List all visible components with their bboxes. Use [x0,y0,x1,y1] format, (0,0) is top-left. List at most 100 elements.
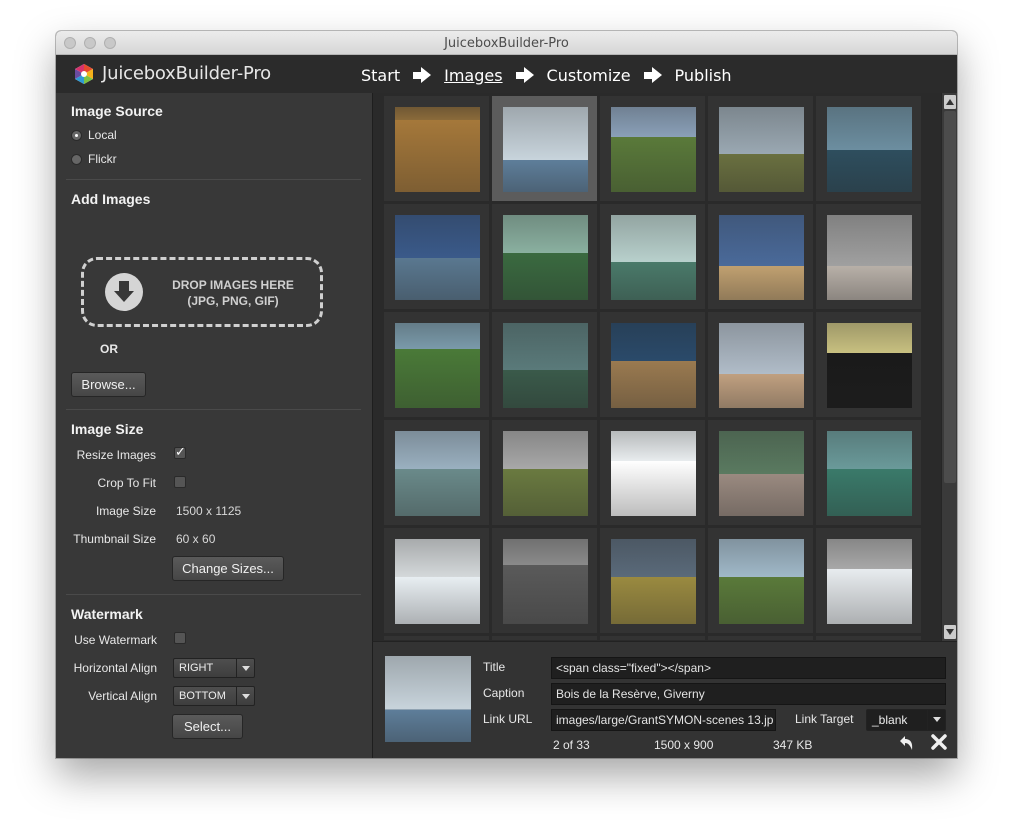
select-watermark-button[interactable]: Select... [172,714,243,739]
caption-input[interactable]: Bois de la Resèrve, Giverny [551,683,946,705]
resize-images-checkbox[interactable] [174,444,186,460]
or-label: OR [100,342,118,356]
image-size-label: Image Size [95,504,156,518]
thumbnail-cell[interactable] [383,311,490,418]
thumbnail-cell[interactable] [815,311,922,418]
step-publish[interactable]: Publish [675,66,732,85]
thumbnail-image [719,215,804,300]
thumbnail-image [827,323,912,408]
step-start[interactable]: Start [361,66,400,85]
drop-zone-text: DROP IMAGES HERE (JPG, PNG, GIF) [158,277,308,309]
thumbnail-cell[interactable] [815,419,922,526]
thumbnail-image [395,107,480,192]
thumbnail-image [719,539,804,624]
workflow-steps: Start Images Customize Publish [361,63,732,87]
browse-button[interactable]: Browse... [71,372,146,397]
thumbnail-cell[interactable] [707,419,814,526]
thumbnail-image [395,323,480,408]
thumbnail-cell[interactable] [491,311,598,418]
thumbnail-cell[interactable] [599,311,706,418]
horizontal-align-value: RIGHT [179,662,214,674]
thumbnail-image [503,539,588,624]
link-target-value: _blank [872,713,908,727]
thumbnail-cell[interactable] [383,419,490,526]
resize-images-label: Resize Images [76,448,156,462]
gallery-scrollbar[interactable] [941,93,957,641]
thumbnail-cell[interactable] [707,527,814,634]
drop-zone-line2: (JPG, PNG, GIF) [187,294,279,308]
horizontal-align-select[interactable]: RIGHT [173,658,255,678]
use-watermark-checkbox[interactable] [174,632,186,644]
thumbnail-cell[interactable] [815,203,922,310]
chevron-down-icon [236,687,254,705]
image-drop-zone[interactable]: DROP IMAGES HERE (JPG, PNG, GIF) [81,257,323,327]
settings-sidebar: Image Source Local Flickr Add Images DRO… [56,93,372,758]
crop-to-fit-checkbox[interactable] [174,476,186,488]
thumbnail-cell[interactable] [815,95,922,202]
image-gallery [372,93,957,641]
thumbnail-image [719,107,804,192]
link-url-input[interactable]: images/large/GrantSYMON-scenes 13.jp [551,709,776,731]
juicebox-logo-icon [75,64,93,84]
thumbnail-image [611,323,696,408]
image-size-title: Image Size [71,421,144,437]
thumbnail-cell[interactable] [707,95,814,202]
horizontal-align-label: Horizontal Align [73,661,157,675]
image-dimensions: 1500 x 900 [654,738,714,752]
link-target-label: Link Target [795,712,854,726]
thumbnail-size-value: 60 x 60 [176,532,216,546]
thumbnail-cell[interactable] [383,95,490,202]
source-flickr-label[interactable]: Flickr [88,152,117,166]
chevron-down-icon [236,659,254,677]
thumbnail-image [395,539,480,624]
thumbnail-cell[interactable] [383,203,490,310]
thumbnail-image [503,431,588,516]
thumbnail-cell[interactable] [815,527,922,634]
vertical-align-select[interactable]: BOTTOM [173,686,255,706]
thumbnail-cell[interactable] [599,203,706,310]
thumbnail-cell[interactable] [599,527,706,634]
link-url-label: Link URL [483,712,533,726]
thumbnail-image [503,323,588,408]
vertical-align-label: Vertical Align [88,689,157,703]
thumbnail-cell[interactable] [383,527,490,634]
step-images[interactable]: Images [444,66,502,85]
use-watermark-label: Use Watermark [74,633,157,647]
thumbnail-cell[interactable] [707,203,814,310]
add-images-title: Add Images [71,191,151,207]
link-target-select[interactable]: _blank [866,709,946,731]
thumbnail-image [611,107,696,192]
undo-icon[interactable] [897,734,915,752]
step-customize[interactable]: Customize [547,66,631,85]
change-sizes-button[interactable]: Change Sizes... [172,556,284,581]
app-header: JuiceboxBuilder-Pro Start Images Customi… [56,55,957,93]
download-arrow-icon [105,273,143,311]
thumbnail-image [395,431,480,516]
scrollbar-thumb[interactable] [944,111,956,483]
scroll-up-icon[interactable] [944,95,956,109]
title-input[interactable]: <span class="fixed"></span> [551,657,946,679]
thumbnail-cell[interactable] [599,419,706,526]
thumbnail-cell[interactable] [707,311,814,418]
thumbnail-cell[interactable] [491,419,598,526]
image-source-title: Image Source [71,103,163,119]
drop-zone-line1: DROP IMAGES HERE [172,278,294,292]
thumbnail-image [395,215,480,300]
thumbnail-cell[interactable] [491,203,598,310]
caption-label: Caption [483,686,525,700]
thumbnail-image [827,539,912,624]
source-flickr-radio[interactable] [71,154,82,165]
section-divider [66,409,361,410]
thumbnail-cell[interactable] [491,527,598,634]
crop-to-fit-label: Crop To Fit [97,476,156,490]
thumbnail-cell[interactable] [491,95,598,202]
delete-icon[interactable] [930,733,948,751]
arrow-right-icon [515,67,534,83]
watermark-title: Watermark [71,606,143,622]
source-local-label[interactable]: Local [88,128,117,142]
scroll-down-icon[interactable] [944,625,956,639]
image-file-size: 347 KB [773,738,813,752]
thumbnail-cell[interactable] [599,95,706,202]
source-local-radio[interactable] [71,130,82,141]
image-size-value: 1500 x 1125 [176,504,242,518]
